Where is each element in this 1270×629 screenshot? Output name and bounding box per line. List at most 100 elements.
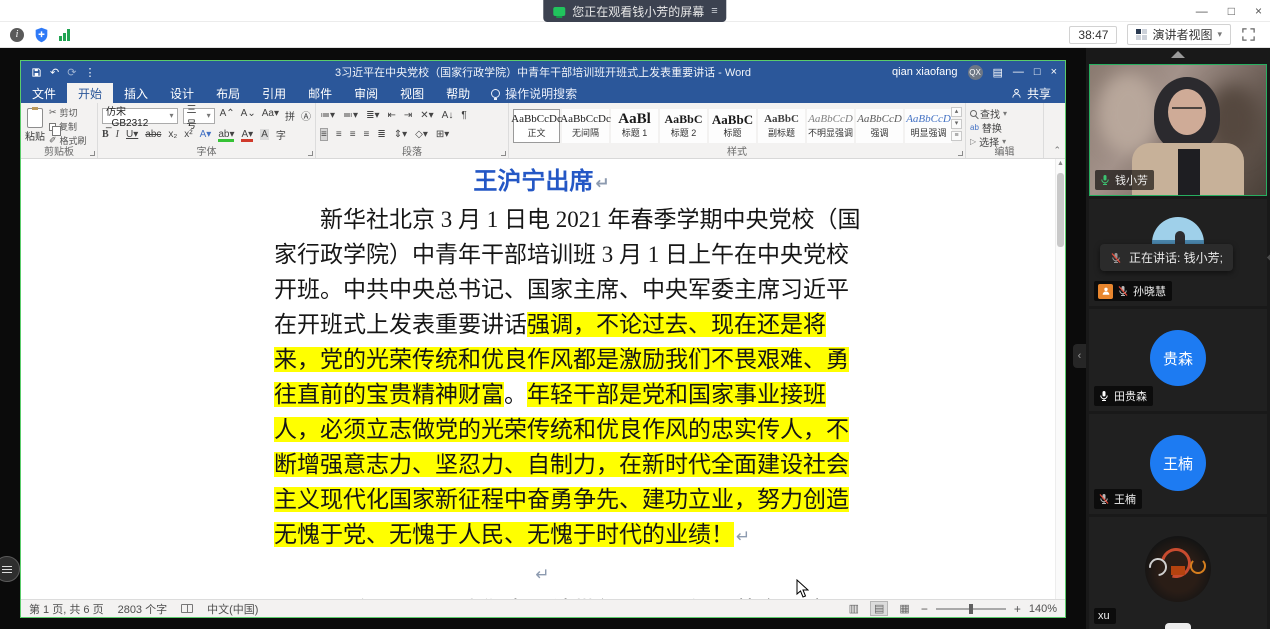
line-spacing-icon[interactable]: ⇕▾: [394, 129, 407, 140]
fullscreen-icon[interactable]: [1241, 27, 1256, 42]
bold-icon[interactable]: B: [102, 129, 109, 140]
print-layout-icon[interactable]: ▤: [870, 601, 888, 616]
font-dialog-launcher[interactable]: [308, 151, 313, 156]
style-标题[interactable]: AaBbC标题: [709, 109, 756, 143]
subscript-icon[interactable]: x₂: [168, 129, 177, 140]
increase-indent-icon[interactable]: ⇥: [404, 110, 412, 121]
cut-button[interactable]: ✂ 剪切: [49, 106, 87, 119]
tab-布局[interactable]: 布局: [205, 83, 251, 103]
minimize-button[interactable]: —: [1196, 4, 1208, 18]
tab-file[interactable]: 文件: [21, 83, 67, 103]
undo-icon[interactable]: ↶: [50, 66, 59, 79]
highlight-color-icon[interactable]: ab▾: [218, 129, 234, 140]
underline-icon[interactable]: U▾: [126, 129, 138, 140]
meeting-info-icon[interactable]: i: [10, 28, 24, 42]
zoom-level[interactable]: 140%: [1029, 603, 1057, 615]
sort-icon[interactable]: A↓: [442, 110, 454, 121]
style-副标题[interactable]: AaBbC副标题: [758, 109, 805, 143]
styles-scroll-up-icon[interactable]: ▴: [951, 107, 962, 117]
replace-button[interactable]: ab 替换: [970, 120, 1039, 134]
find-button[interactable]: 查找 ▾: [970, 106, 1039, 120]
speaker-view-button[interactable]: 演讲者视图 ▾: [1127, 24, 1231, 45]
style-标题 1[interactable]: AaBl标题 1: [611, 109, 658, 143]
scroll-down-indicator[interactable]: [1165, 623, 1191, 629]
style-无间隔[interactable]: AaBbCcDc无间隔: [562, 109, 609, 143]
zoom-out-button[interactable]: −: [921, 602, 928, 616]
enclose-characters-icon[interactable]: 字: [276, 127, 286, 142]
screen-share-menu-icon[interactable]: ≡: [711, 5, 716, 17]
copy-button[interactable]: 复制: [49, 120, 87, 133]
document-page[interactable]: 王沪宁出席↵新华社北京 3 月 1 日电 2021 年春季学期中央党校（国家行政…: [156, 159, 921, 599]
bullets-icon[interactable]: ≔▾: [320, 110, 335, 121]
word-restore-button[interactable]: □: [1034, 66, 1041, 78]
shading-icon[interactable]: ◇▾: [415, 129, 428, 140]
style-正文[interactable]: AaBbCcDc正文: [513, 109, 560, 143]
align-center-icon[interactable]: ≡: [336, 129, 342, 140]
tab-视图[interactable]: 视图: [389, 83, 435, 103]
font-size-select[interactable]: 三号 ▾: [183, 108, 215, 124]
strikethrough-icon[interactable]: abc: [145, 129, 161, 140]
shrink-font-icon[interactable]: A⌄: [241, 108, 256, 123]
tab-插入[interactable]: 插入: [113, 83, 159, 103]
zoom-slider[interactable]: [936, 608, 1006, 610]
web-layout-icon[interactable]: ▦: [896, 602, 912, 615]
qat-customize-icon[interactable]: ⋮: [84, 66, 95, 79]
show-marks-icon[interactable]: ¶: [461, 110, 466, 121]
ribbon-options-icon[interactable]: ▤: [993, 66, 1003, 79]
italic-icon[interactable]: I: [116, 129, 119, 140]
save-icon[interactable]: [31, 67, 42, 78]
scroll-up-icon[interactable]: ▲: [1056, 160, 1065, 167]
font-name-select[interactable]: 仿宋_GB2312 ▾: [102, 108, 178, 124]
styles-dialog-launcher[interactable]: [958, 151, 963, 156]
font-color-icon[interactable]: A▾: [241, 129, 253, 140]
close-button[interactable]: ×: [1255, 4, 1262, 18]
align-left-icon[interactable]: ≡: [320, 128, 328, 141]
borders-icon[interactable]: ⊞▾: [436, 129, 449, 140]
participant-tile-钱小芳[interactable]: 钱小芳: [1089, 64, 1267, 196]
clipboard-dialog-launcher[interactable]: [90, 151, 95, 156]
tell-me-search[interactable]: 操作说明搜索: [491, 83, 577, 103]
participant-tile-田贵森[interactable]: 贵森 田贵森: [1089, 309, 1267, 411]
tab-审阅[interactable]: 审阅: [343, 83, 389, 103]
participant-tile-王楠[interactable]: 王楠 王楠: [1089, 414, 1267, 514]
tab-开始[interactable]: 开始: [67, 83, 113, 103]
style-不明显强调[interactable]: AaBbCcD不明显强调: [807, 109, 854, 143]
word-count[interactable]: 2803 个字: [118, 601, 168, 617]
tab-引用[interactable]: 引用: [251, 83, 297, 103]
decrease-indent-icon[interactable]: ⇤: [387, 110, 395, 121]
zoom-in-button[interactable]: +: [1014, 602, 1021, 616]
numbering-icon[interactable]: ≕▾: [343, 110, 358, 121]
read-mode-icon[interactable]: ▥: [846, 602, 862, 615]
word-close-button[interactable]: ×: [1051, 66, 1057, 78]
multilevel-list-icon[interactable]: ≣▾: [366, 110, 379, 121]
change-case-icon[interactable]: Aa▾: [262, 108, 279, 123]
character-border-icon[interactable]: Ⓐ: [301, 108, 311, 123]
paste-button[interactable]: 粘贴: [25, 106, 45, 145]
text-effects-icon[interactable]: A▾: [200, 129, 212, 140]
styles-more-icon[interactable]: ≡: [951, 131, 962, 141]
style-明显强调[interactable]: AaBbCcD明显强调: [905, 109, 952, 143]
scroll-up-arrow-icon[interactable]: [1171, 51, 1185, 58]
sidebar-collapse-handle[interactable]: ‹: [1073, 344, 1086, 368]
language-indicator[interactable]: 中文(中国): [207, 601, 258, 617]
floating-menu-button[interactable]: [0, 556, 20, 582]
paragraph-dialog-launcher[interactable]: [501, 151, 506, 156]
participant-tile-xu[interactable]: xu: [1089, 517, 1267, 629]
proofing-icon[interactable]: [181, 604, 193, 613]
account-avatar[interactable]: QX: [968, 65, 983, 80]
character-shading-icon[interactable]: A: [260, 129, 269, 140]
maximize-button[interactable]: □: [1228, 4, 1235, 18]
tab-邮件[interactable]: 邮件: [297, 83, 343, 103]
word-minimize-button[interactable]: —: [1013, 66, 1024, 78]
vertical-scrollbar[interactable]: ▲: [1055, 159, 1065, 599]
phonetic-guide-icon[interactable]: 拼: [285, 108, 295, 123]
scrollbar-thumb[interactable]: [1057, 173, 1064, 247]
zoom-slider-thumb[interactable]: [969, 604, 973, 614]
collapse-ribbon-icon[interactable]: ⌃: [1053, 145, 1061, 156]
styles-scroll-down-icon[interactable]: ▾: [951, 119, 962, 129]
account-name[interactable]: qian xiaofang: [892, 66, 957, 78]
page-indicator[interactable]: 第 1 页, 共 6 页: [29, 601, 104, 617]
justify-icon[interactable]: ≡: [364, 129, 370, 140]
style-标题 2[interactable]: AaBbC标题 2: [660, 109, 707, 143]
align-right-icon[interactable]: ≡: [350, 129, 356, 140]
